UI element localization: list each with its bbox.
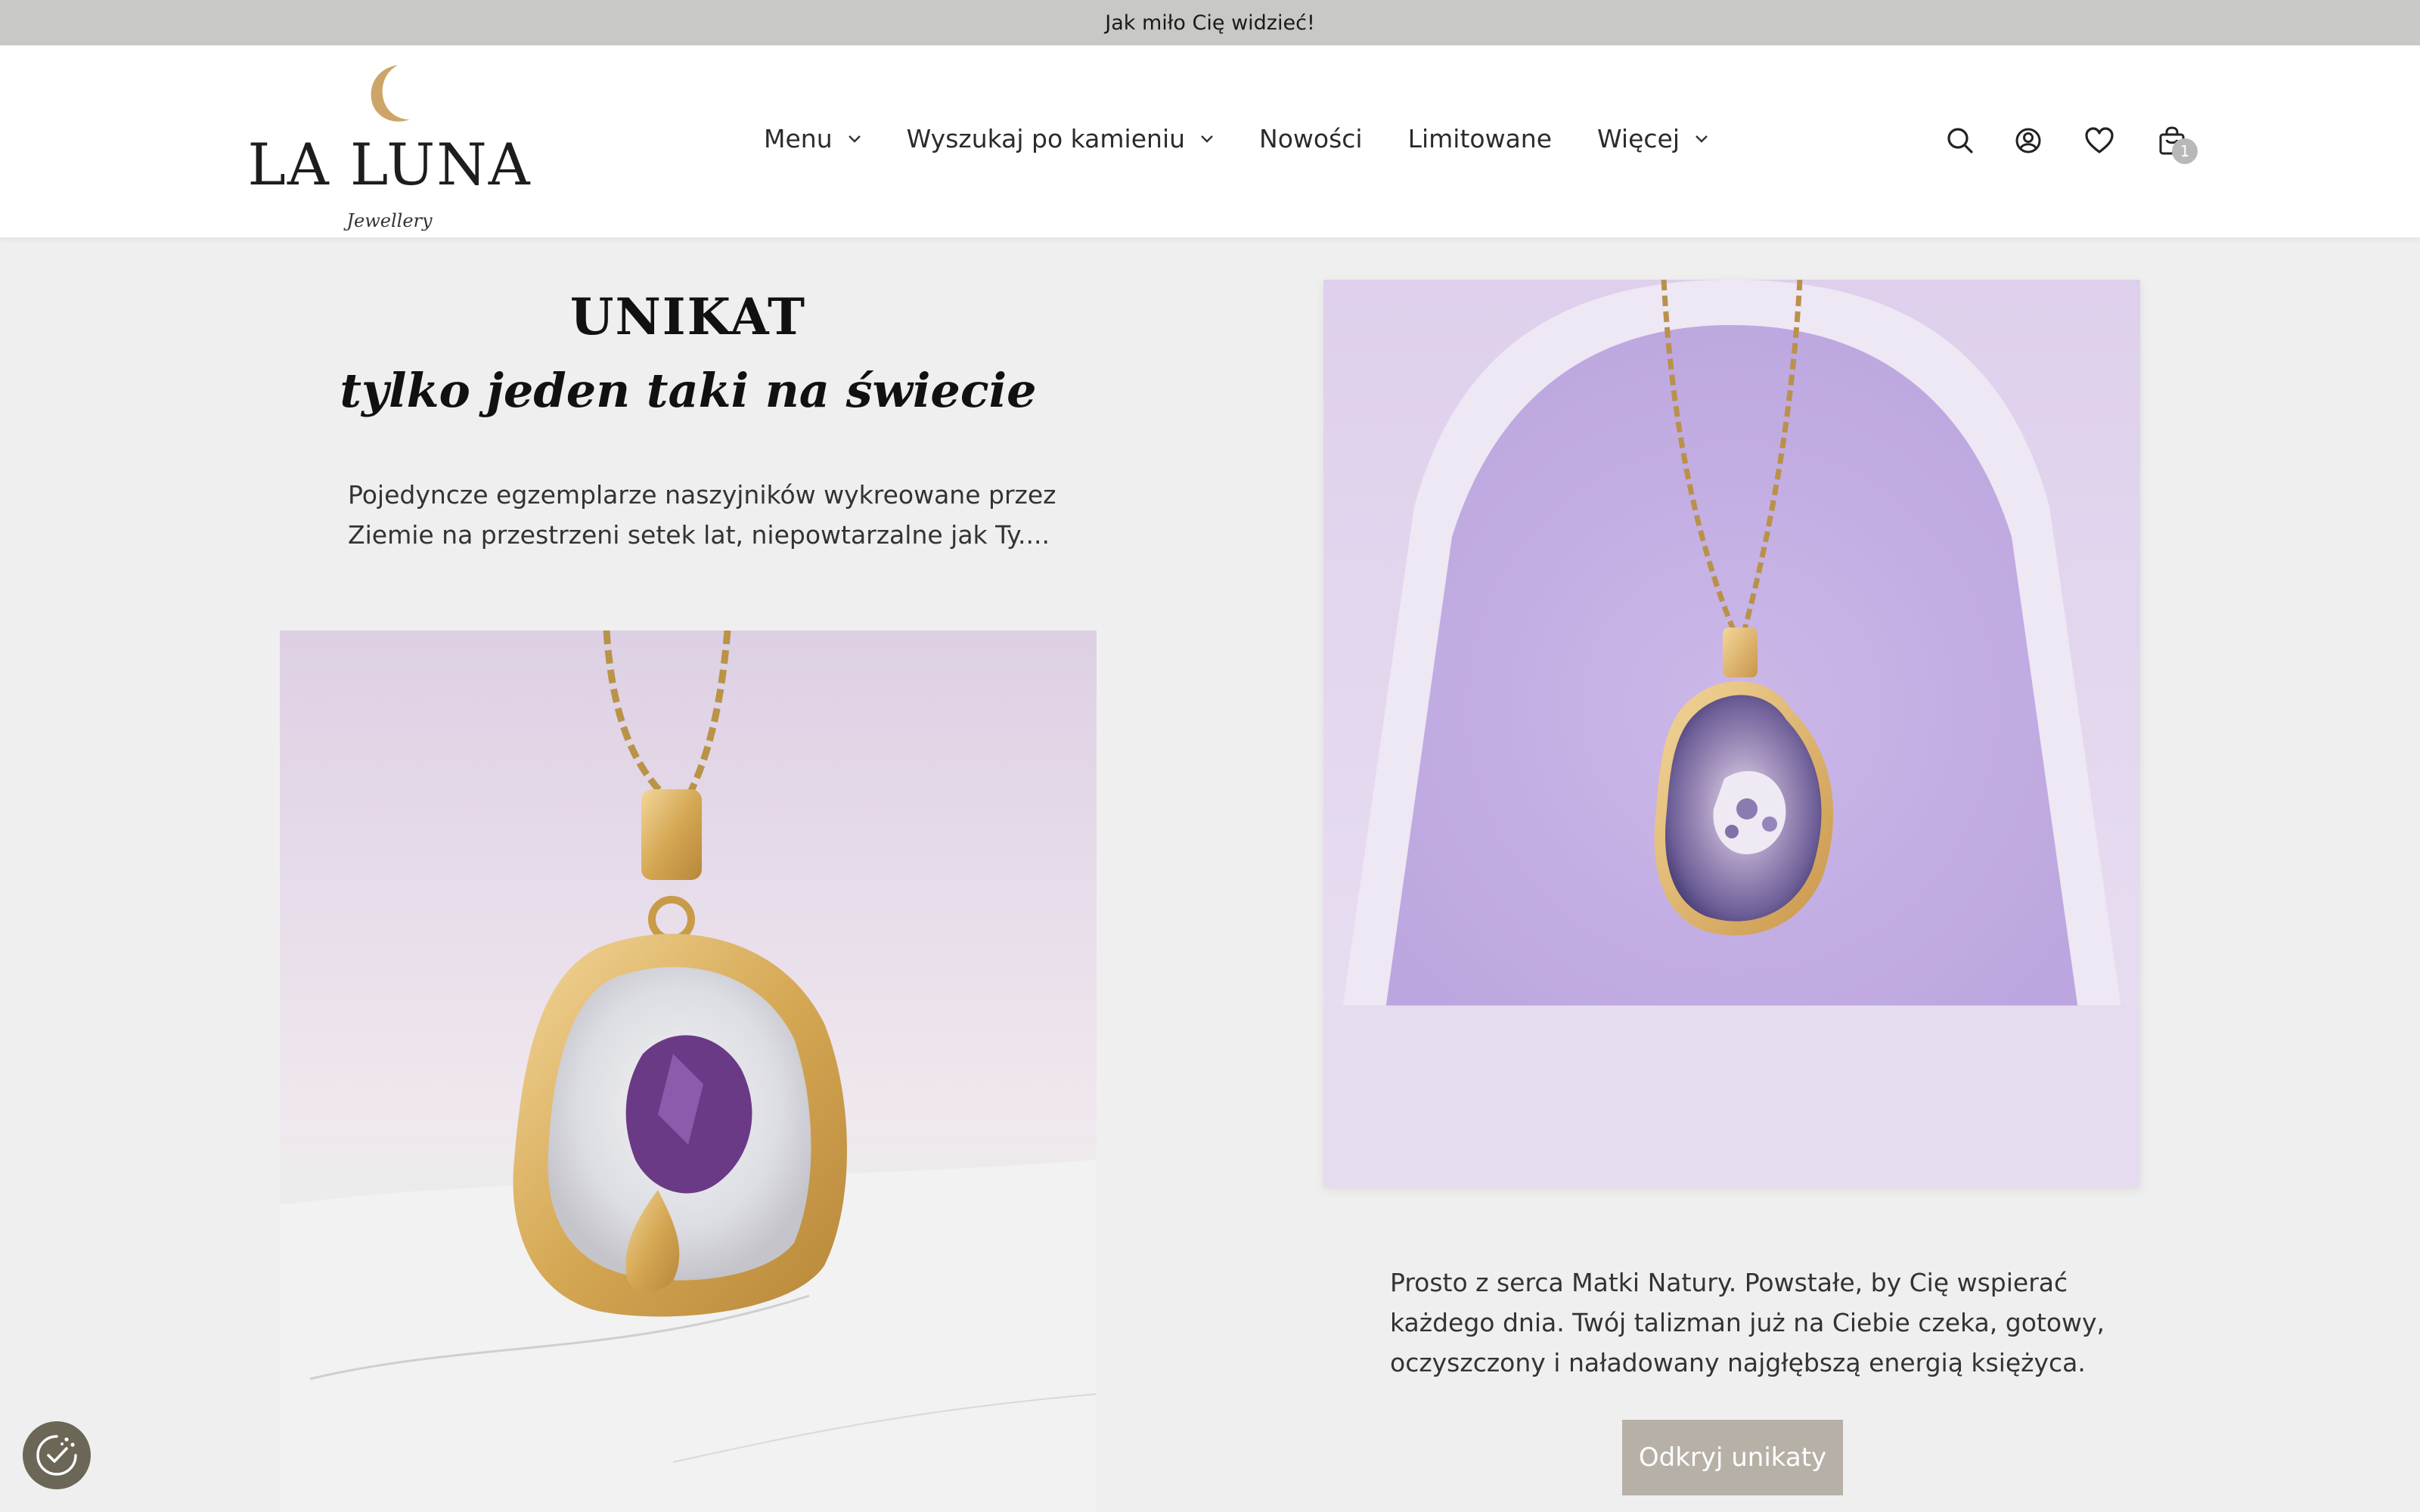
chevron-down-icon xyxy=(848,135,861,143)
search-button[interactable] xyxy=(1941,121,1980,160)
cart-count-badge: 1 xyxy=(2172,138,2198,164)
promo-subtitle: tylko jeden taki na świecie xyxy=(340,363,1037,418)
main-nav: Menu Wyszukaj po kamieniu Nowości Limito… xyxy=(764,124,1708,153)
necklace-photo xyxy=(1323,280,2140,1187)
logo-subtitle: Jewellery xyxy=(346,210,433,231)
account-button[interactable] xyxy=(2009,121,2048,160)
cookie-consent-icon xyxy=(36,1435,77,1476)
search-icon xyxy=(1947,128,1973,153)
feature-description: Prosto z serca Matki Natury. Powstałe, b… xyxy=(1390,1268,2105,1377)
announcement-text: Jak miło Cię widzieć! xyxy=(1105,11,1315,35)
logo[interactable]: LA LUNA Jewellery xyxy=(242,60,537,234)
nav-item-label: Więcej xyxy=(1597,124,1680,153)
nav-item-stone-search[interactable]: Wyszukaj po kamieniu xyxy=(907,124,1214,153)
nav-item-limited[interactable]: Limitowane xyxy=(1408,124,1552,153)
promo-description: Pojedyncze egzemplarze naszyjników wykre… xyxy=(348,480,1056,550)
announcement-bar: Jak miło Cię widzieć! xyxy=(0,0,2420,45)
nav-item-label: Nowości xyxy=(1259,124,1363,153)
wishlist-button[interactable] xyxy=(2080,121,2119,160)
discover-unique-button[interactable]: Odkryj unikaty xyxy=(1622,1420,1843,1495)
nav-item-label: Limitowane xyxy=(1407,124,1553,153)
product-image-purple-druzy[interactable] xyxy=(1323,280,2140,1187)
nav-item-label: Wyszukaj po kamieniu xyxy=(906,124,1186,153)
necklace-photo xyxy=(280,631,1097,1512)
logo-wordmark: LA LUNA xyxy=(247,131,532,198)
product-image-amethyst-geode[interactable] xyxy=(280,631,1097,1512)
nav-item-more[interactable]: Więcej xyxy=(1597,124,1708,153)
chevron-down-icon xyxy=(1696,135,1708,143)
heart-icon xyxy=(2085,127,2114,153)
chevron-down-icon xyxy=(1201,135,1213,143)
nav-item-new[interactable]: Nowości xyxy=(1259,124,1363,153)
nav-item-menu[interactable]: Menu xyxy=(764,124,861,153)
account-icon xyxy=(2015,128,2041,153)
moon-icon xyxy=(371,65,410,122)
cookie-settings-button[interactable] xyxy=(23,1421,91,1489)
nav-item-label: Menu xyxy=(764,124,833,153)
site-header: LA LUNA Jewellery Menu Wyszukaj po kamie… xyxy=(0,45,2420,237)
promo-title: UNIKAT xyxy=(569,287,807,346)
